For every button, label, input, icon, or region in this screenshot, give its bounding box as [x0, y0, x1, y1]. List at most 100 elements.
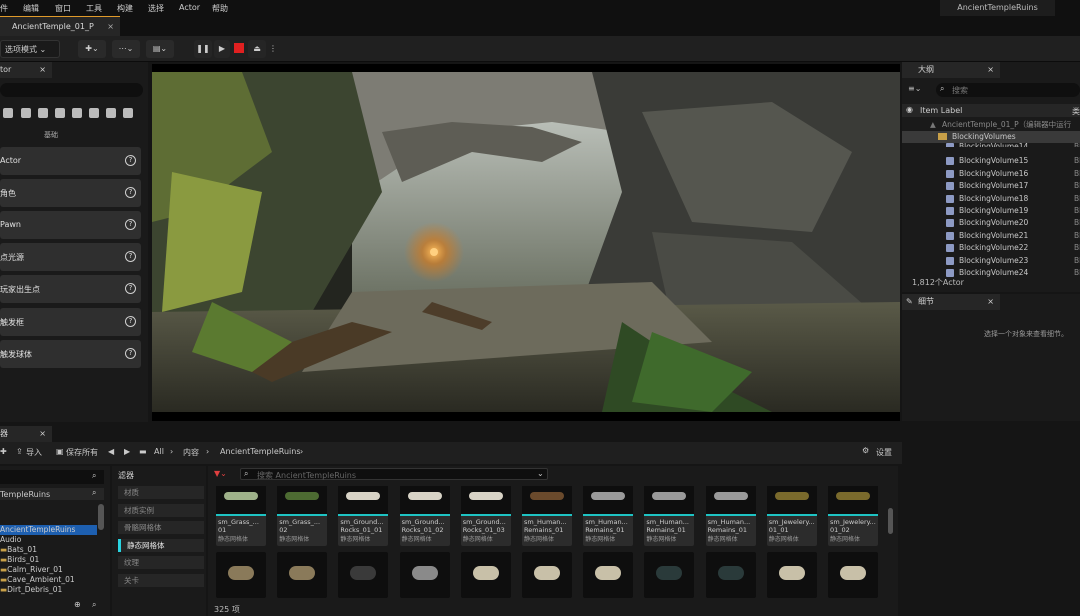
asset-tile[interactable] [644, 552, 695, 598]
asset-tile[interactable]: sm_Grass_... 02 静态网格体 [277, 486, 328, 546]
help-icon[interactable]: ? [125, 251, 136, 262]
help-icon[interactable]: ? [125, 219, 136, 230]
add-actor-button[interactable]: ✚⌄ [78, 40, 106, 58]
close-icon[interactable]: × [987, 62, 994, 78]
outliner-search-input[interactable]: ⌕ 搜索 [936, 83, 1080, 97]
cube-icon[interactable] [38, 108, 48, 118]
outliner-row[interactable]: BlockingVolume22 Bl [902, 242, 1080, 254]
outliner-row[interactable]: BlockingVolume20 Bl [902, 217, 1080, 229]
outliner-row[interactable]: BlockingVolume23 Bl [902, 255, 1080, 267]
visual-icon[interactable] [72, 108, 82, 118]
help-icon[interactable]: ? [125, 155, 136, 166]
close-icon[interactable]: × [39, 426, 46, 442]
tree-folder-row[interactable]: ▬Calm_River_01 [0, 565, 63, 575]
geometry-icon[interactable] [21, 108, 31, 118]
menu-select[interactable]: 选择 [148, 3, 164, 14]
menu-tools[interactable]: 工具 [86, 3, 102, 14]
tree-search-input[interactable]: ⌕ [0, 470, 104, 484]
asset-tile[interactable]: sm_Ground... Rocks_01_03 静态网格体 [460, 486, 511, 546]
tree-folder-row[interactable]: ▬Dirt_Debris_01 [0, 585, 62, 595]
menu-actor[interactable]: Actor [179, 3, 200, 12]
outliner-row[interactable]: BlockingVolume15 Bl [902, 155, 1080, 167]
save-icon[interactable]: ▣ [56, 447, 64, 456]
asset-tile[interactable] [338, 552, 389, 598]
help-icon[interactable]: ? [125, 283, 136, 294]
tree-root-row[interactable]: TempleRuins ⌕ [0, 488, 104, 500]
column-label[interactable]: Item Label [920, 106, 962, 115]
pause-button[interactable]: ❚❚ [194, 40, 212, 58]
eye-icon[interactable]: ◉ [906, 105, 913, 114]
asset-tile[interactable] [216, 552, 266, 598]
help-icon[interactable]: ? [125, 348, 136, 359]
close-icon[interactable]: × [107, 17, 114, 36]
asset-tile[interactable]: sm_Jewelery... 01_02 静态网格体 [828, 486, 878, 546]
place-item-point-light[interactable]: 点光源? [0, 243, 141, 271]
tree-folder-row[interactable]: AncientTempleRuins [0, 525, 75, 535]
step-button[interactable]: ▶ [214, 40, 230, 58]
filter-item[interactable]: 纹理 [118, 556, 204, 569]
filter-icon[interactable]: ≡⌄ [908, 84, 921, 93]
filter-item[interactable]: 材质实例 [118, 503, 204, 517]
close-icon[interactable]: × [39, 62, 46, 78]
settings-button[interactable]: 设置 [876, 447, 892, 458]
place-item-trigger-sphere[interactable]: 触发球体? [0, 340, 141, 368]
level-viewport[interactable] [152, 64, 900, 421]
breadcrumb-folder[interactable]: AncientTempleRuins [220, 447, 301, 456]
place-item-actor[interactable]: Actor? [0, 147, 141, 175]
asset-tile[interactable] [705, 552, 756, 598]
outliner-row[interactable]: BlockingVolume16 Bl [902, 168, 1080, 180]
volume-icon[interactable] [89, 108, 99, 118]
asset-tile[interactable] [828, 552, 878, 598]
cinematics-button[interactable]: ▤⌄ [146, 40, 174, 58]
menu-help[interactable]: 帮助 [212, 3, 228, 14]
asset-search-input[interactable]: ⌕ 搜索 AncientTempleRuins ⌄ [240, 468, 548, 480]
menu-build[interactable]: 构建 [117, 3, 133, 14]
stop-button[interactable] [232, 40, 246, 58]
place-item-player-start[interactable]: 玩家出生点? [0, 275, 141, 303]
level-tab[interactable]: AncientTemple_01_P × [0, 16, 120, 36]
place-actors-tab[interactable]: tor × [0, 62, 52, 78]
tree-folder-row[interactable]: ▬Cave_Ambient_01 [0, 575, 75, 585]
menu-edit[interactable]: 编辑 [23, 3, 39, 14]
add-icon[interactable]: ⊕ [74, 600, 81, 609]
outliner-row[interactable]: BlockingVolume21 Bl [902, 230, 1080, 242]
light-bulb-icon[interactable] [3, 108, 13, 118]
all-classes-icon[interactable] [123, 108, 133, 118]
tree-folder-row[interactable]: ▬Bats_01 [0, 545, 37, 555]
filter-item[interactable]: 静态网格体 [118, 538, 204, 552]
help-icon[interactable]: ? [125, 316, 136, 327]
filter-item[interactable]: 关卡 [118, 573, 204, 587]
chevron-down-icon[interactable]: ⌄ [537, 469, 544, 478]
column-type[interactable]: 类 [1072, 106, 1080, 117]
scrollbar[interactable] [98, 504, 104, 530]
mode-select-button[interactable]: 选项模式 ⌄ [0, 40, 60, 58]
details-tab[interactable]: ✎ 细节 × [902, 294, 1000, 310]
filter-icon[interactable]: ▼⌄ [214, 469, 227, 478]
search-icon[interactable]: ⌕ [92, 600, 96, 610]
filter-item[interactable]: 骨骼网格体 [118, 521, 204, 534]
asset-tile[interactable]: sm_Grass_... 01 静态网格体 [216, 486, 266, 546]
place-item-character[interactable]: 角色? [0, 179, 141, 207]
play-icon[interactable] [55, 108, 65, 118]
outliner-row[interactable]: BlockingVolume18 Bl [902, 193, 1080, 205]
place-actors-search-input[interactable] [0, 83, 143, 97]
eject-button[interactable]: ⏏ [248, 40, 266, 58]
tree-folder-row[interactable]: ▬Birds_01 [0, 555, 39, 565]
blueprint-button[interactable]: ⋯⌄ [112, 40, 140, 58]
asset-tile[interactable]: sm_Jewelery... 01_01 静态网格体 [766, 486, 817, 546]
menu-window[interactable]: 窗口 [55, 3, 71, 14]
gear-icon[interactable]: ⚙ [862, 446, 869, 455]
outliner-row[interactable]: BlockingVolume17 Bl [902, 180, 1080, 192]
import-button[interactable]: 导入 [26, 447, 42, 458]
asset-tile[interactable]: sm_Ground... Rocks_01_01 静态网格体 [338, 486, 389, 546]
asset-tile[interactable] [522, 552, 572, 598]
asset-tile[interactable]: sm_Human... Remains_01 静态网格体 [522, 486, 572, 546]
back-icon[interactable]: ◀ [108, 447, 114, 456]
search-icon[interactable]: ⌕ [92, 488, 96, 498]
place-item-trigger-box[interactable]: 触发框? [0, 308, 141, 336]
content-browser-tab[interactable]: 器 × [0, 426, 52, 442]
asset-tile[interactable] [460, 552, 511, 598]
asset-tile[interactable] [277, 552, 328, 598]
breadcrumb-content[interactable]: 内容 [183, 447, 199, 458]
scrollbar[interactable] [888, 508, 893, 534]
